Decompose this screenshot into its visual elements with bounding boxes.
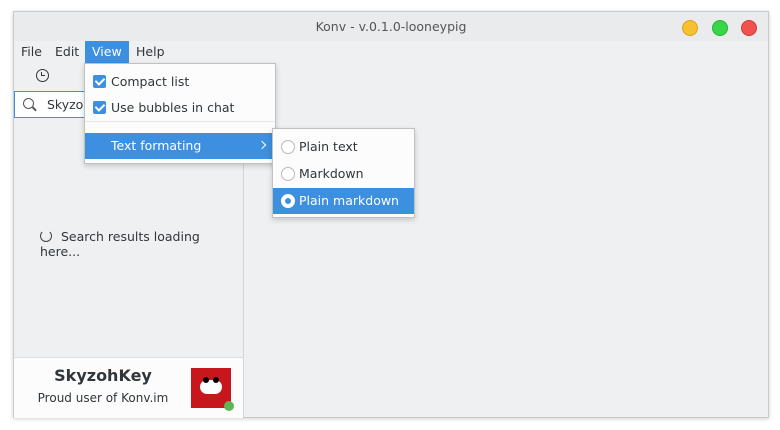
avatar-eye-right: [213, 377, 219, 383]
chat-area: [244, 63, 768, 417]
profile-status: Proud user of Konv.im: [37, 391, 169, 405]
menu-edit[interactable]: Edit: [48, 41, 86, 63]
menu-item-plain-markdown[interactable]: Plain markdown: [273, 188, 414, 214]
menu-separator: [85, 121, 275, 122]
title-bar[interactable]: Konv - v.0.1.0-looneypig: [14, 12, 768, 41]
checkbox-checked-icon[interactable]: [93, 75, 106, 88]
menu-item-label: Text formating: [111, 138, 202, 153]
menu-item-plain-text[interactable]: Plain text: [273, 134, 414, 160]
menu-item-text-formating[interactable]: Text formating: [85, 133, 275, 159]
menu-item-label: Plain text: [299, 139, 358, 154]
online-status-icon: [224, 401, 234, 411]
user-profile[interactable]: SkyzohKey Proud user of Konv.im: [14, 357, 243, 418]
loading-text: Search results loading here...: [40, 229, 200, 259]
clock-icon[interactable]: [36, 69, 49, 82]
maximize-button[interactable]: [712, 20, 728, 36]
minimize-button[interactable]: [682, 20, 698, 36]
search-icon: [23, 98, 34, 109]
chevron-right-icon: [257, 140, 267, 150]
menu-item-compact-list[interactable]: Compact list: [85, 69, 275, 95]
menu-help[interactable]: Help: [129, 41, 172, 63]
menu-view[interactable]: View: [85, 41, 129, 63]
menu-item-markdown[interactable]: Markdown: [273, 161, 414, 187]
checkbox-checked-icon[interactable]: [93, 101, 106, 114]
menu-item-label: Compact list: [111, 74, 190, 89]
view-menu: Compact list Use bubbles in chat Text fo…: [84, 63, 276, 164]
window-title: Konv - v.0.1.0-looneypig: [315, 19, 467, 34]
loading-indicator: Search results loading here...: [40, 229, 243, 259]
radio-selected-icon[interactable]: [281, 194, 295, 208]
text-formating-submenu: Plain text Markdown Plain markdown: [272, 128, 415, 218]
menu-item-label: Markdown: [299, 166, 364, 181]
avatar-eye-left: [203, 377, 209, 383]
radio-icon[interactable]: [281, 140, 295, 154]
menu-file[interactable]: File: [14, 41, 49, 63]
menu-item-label: Plain markdown: [299, 193, 399, 208]
menu-item-label: Use bubbles in chat: [111, 100, 235, 115]
close-button[interactable]: [741, 20, 757, 36]
menu-bar: File Edit View Help: [14, 41, 768, 63]
avatar-face-icon: [200, 377, 222, 394]
menu-item-use-bubbles[interactable]: Use bubbles in chat: [85, 95, 275, 121]
profile-name: SkyzohKey: [54, 366, 152, 385]
radio-icon[interactable]: [281, 167, 295, 181]
spinner-icon: [40, 230, 52, 242]
